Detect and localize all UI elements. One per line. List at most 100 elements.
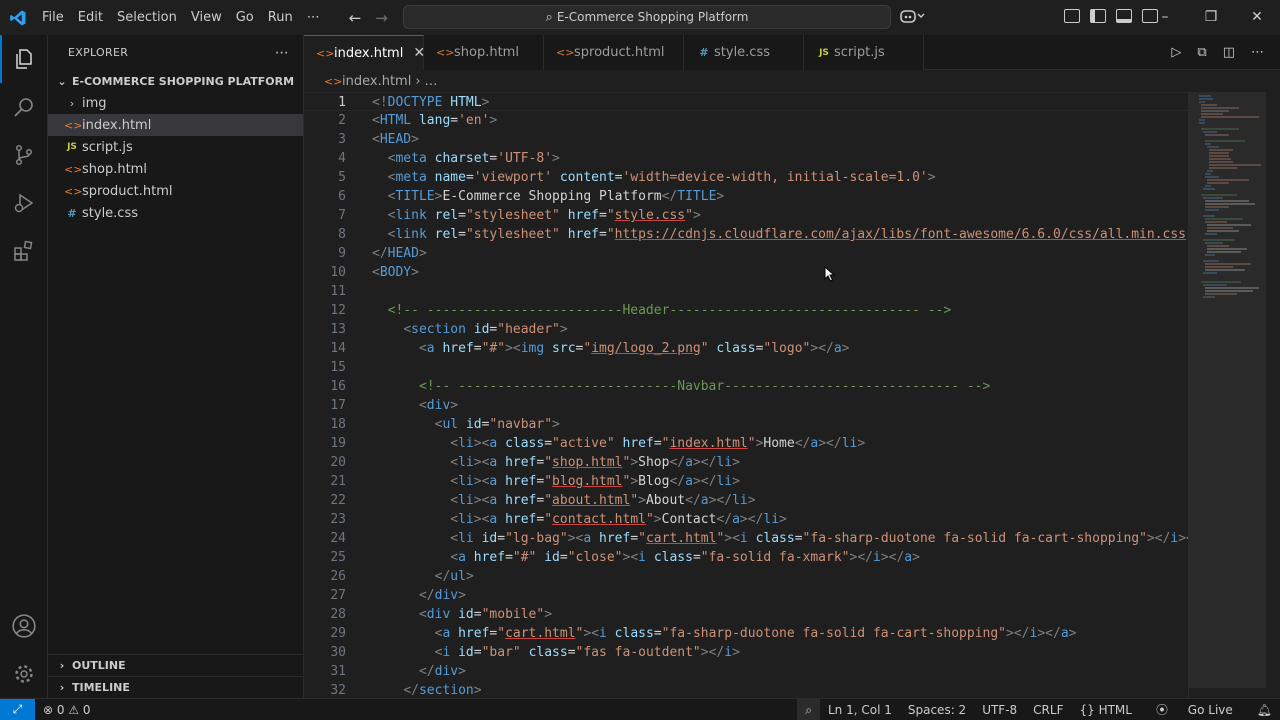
menu-edit[interactable]: Edit (71, 0, 110, 35)
mouse-pointer-icon (824, 266, 836, 282)
language-mode[interactable]: {} HTML (1071, 699, 1139, 720)
line-number: 8 (338, 227, 346, 242)
explorer-icon[interactable] (0, 35, 48, 83)
chevron-right-icon: › (69, 96, 75, 110)
outline-label: OUTLINE (72, 659, 126, 672)
code-line: 11 (304, 282, 1188, 301)
status-right: ⌕ Ln 1, Col 1 Spaces: 2 UTF-8 CRLF {} HT… (797, 699, 1280, 720)
line-number: 23 (330, 512, 346, 527)
chevron-down-icon: ⌄ (57, 74, 67, 88)
minimap[interactable] (1188, 92, 1267, 698)
code-line: 13 <section id="header"> (304, 320, 1188, 339)
menu-more[interactable]: ⋯ (300, 0, 327, 35)
outline-section[interactable]: › OUTLINE (48, 654, 304, 676)
workspace-root-folder[interactable]: ⌄ E-COMMERCE SHOPPING PLATFORM (48, 70, 303, 92)
run-debug-icon[interactable] (0, 179, 48, 227)
tree-item-style-css[interactable]: # style.css (48, 202, 303, 224)
line-number: 25 (330, 550, 346, 565)
more-actions-icon[interactable]: ⋯ (1251, 45, 1264, 60)
forward-arrow-icon[interactable]: → (375, 9, 388, 27)
tab-style-css[interactable]: # style.css (684, 35, 804, 70)
menu-bar: File Edit Selection View Go Run ⋯ (35, 0, 327, 35)
tab-script-js[interactable]: JS script.js (804, 35, 924, 70)
back-arrow-icon[interactable]: ← (349, 9, 362, 27)
manage-gear-icon[interactable] (0, 650, 48, 698)
broadcast-icon: ⦿ (1155, 703, 1172, 717)
timeline-label: TIMELINE (72, 681, 130, 694)
minimize-icon[interactable]: – (1142, 0, 1188, 35)
cursor-position[interactable]: Ln 1, Col 1 (820, 699, 900, 720)
problems-indicator[interactable]: ⊗ 0 ⚠ 0 (43, 703, 91, 717)
tree-item-script-js[interactable]: JS script.js (48, 136, 303, 158)
code-line: 20 <li><a href="shop.html">Shop</a></li> (304, 453, 1188, 472)
notifications-bell-icon[interactable]: 🔔︎ (1249, 699, 1280, 720)
line-code: </div> (418, 664, 466, 679)
line-number: 19 (330, 436, 346, 451)
tree-item-sproduct-html[interactable]: <> sproduct.html (48, 180, 303, 202)
breadcrumb-rest[interactable]: … (425, 74, 438, 89)
menu-run[interactable]: Run (261, 0, 300, 35)
remote-indicator-icon[interactable]: ⤢ (0, 698, 35, 720)
split-editor-icon[interactable]: ◫ (1223, 45, 1235, 60)
tree-item-label: sproduct.html (82, 183, 173, 199)
code-line: 18 <ul id="navbar"> (304, 415, 1188, 434)
tree-item-img-folder[interactable]: › img (48, 92, 303, 114)
explorer-more-icon[interactable]: ⋯ (275, 45, 289, 61)
toggle-panel-icon[interactable] (1116, 9, 1132, 23)
tree-item-shop-html[interactable]: <> shop.html (48, 158, 303, 180)
line-number: 13 (330, 322, 346, 337)
code-line: 25 <a href="#" id="close"><i class="fa-s… (304, 548, 1188, 567)
line-number: 18 (330, 417, 346, 432)
tab-index-html[interactable]: <> index.html ✕ (304, 35, 425, 70)
code-line: 17 <div> (304, 396, 1188, 415)
accounts-icon[interactable] (0, 602, 48, 650)
breadcrumb-file[interactable]: index.html (342, 74, 411, 89)
search-text: E-Commerce Shopping Platform (556, 10, 749, 24)
indentation[interactable]: Spaces: 2 (900, 699, 974, 720)
zoom-icon[interactable]: ⌕ (797, 699, 820, 720)
tab-sproduct-html[interactable]: <> sproduct.html (544, 35, 684, 70)
command-center-search[interactable]: ⌕ E-Commerce Shopping Platform (403, 5, 891, 29)
menu-view[interactable]: View (184, 0, 229, 35)
search-view-icon[interactable] (0, 83, 48, 131)
code-line: 23 <li><a href="contact.html">Contact</a… (304, 510, 1188, 529)
editor-vertical-scrollbar[interactable] (1266, 92, 1280, 698)
run-file-icon[interactable]: ▷ (1171, 45, 1181, 60)
line-number: 17 (330, 398, 346, 413)
code-line: 27 </div> (304, 586, 1188, 605)
line-number: 4 (338, 151, 346, 166)
line-ending[interactable]: CRLF (1025, 699, 1071, 720)
source-control-icon[interactable] (0, 131, 48, 179)
line-number: 15 (330, 360, 346, 375)
restore-icon[interactable]: ❐ (1188, 0, 1234, 35)
close-window-icon[interactable]: ✕ (1234, 0, 1280, 35)
tab-shop-html[interactable]: <> shop.html (424, 35, 544, 70)
line-code: <!-- ----------------------------Navbar-… (418, 379, 991, 394)
toggle-primary-sidebar-icon[interactable] (1090, 9, 1106, 23)
extensions-icon[interactable] (0, 227, 48, 275)
menu-go[interactable]: Go (229, 0, 261, 35)
line-code: <li><a class="active" href="index.html">… (450, 436, 866, 451)
customize-layout-icon[interactable] (1064, 9, 1080, 23)
copilot-icon[interactable] (900, 8, 926, 28)
line-code: <TITLE>E-Commerce Shopping Platform</TIT… (387, 189, 725, 204)
line-number: 5 (338, 170, 346, 185)
tree-item-index-html[interactable]: <> index.html (48, 114, 303, 136)
code-line: 14 <a href="#"><img src="img/logo_2.png"… (304, 339, 1188, 358)
tree-item-label: img (82, 95, 107, 111)
code-line: 4 <meta charset='UTF-8'> (304, 149, 1188, 168)
menu-selection[interactable]: Selection (110, 0, 184, 35)
timeline-section[interactable]: › TIMELINE (48, 676, 304, 698)
line-number: 10 (330, 265, 346, 280)
line-number: 12 (330, 303, 346, 318)
menu-file[interactable]: File (35, 0, 71, 35)
tab-label: index.html (334, 45, 404, 61)
code-line: 21 <li><a href="blog.html">Blog</a></li> (304, 472, 1188, 491)
go-live-button[interactable]: ⦿ Go Live (1140, 699, 1249, 720)
code-line: 30 <i id="bar" class="fas fa-outdent"></… (304, 643, 1188, 662)
open-changes-icon[interactable]: ⧉ (1197, 45, 1206, 60)
code-line: 26 </ul> (304, 567, 1188, 586)
code-editor[interactable]: 1 <!DOCTYPE HTML> 2 <HTML lang='en'> 3 <HEA… (304, 92, 1188, 698)
code-line: 5 <meta name='viewport' content='width=d… (304, 168, 1188, 187)
encoding[interactable]: UTF-8 (974, 699, 1025, 720)
